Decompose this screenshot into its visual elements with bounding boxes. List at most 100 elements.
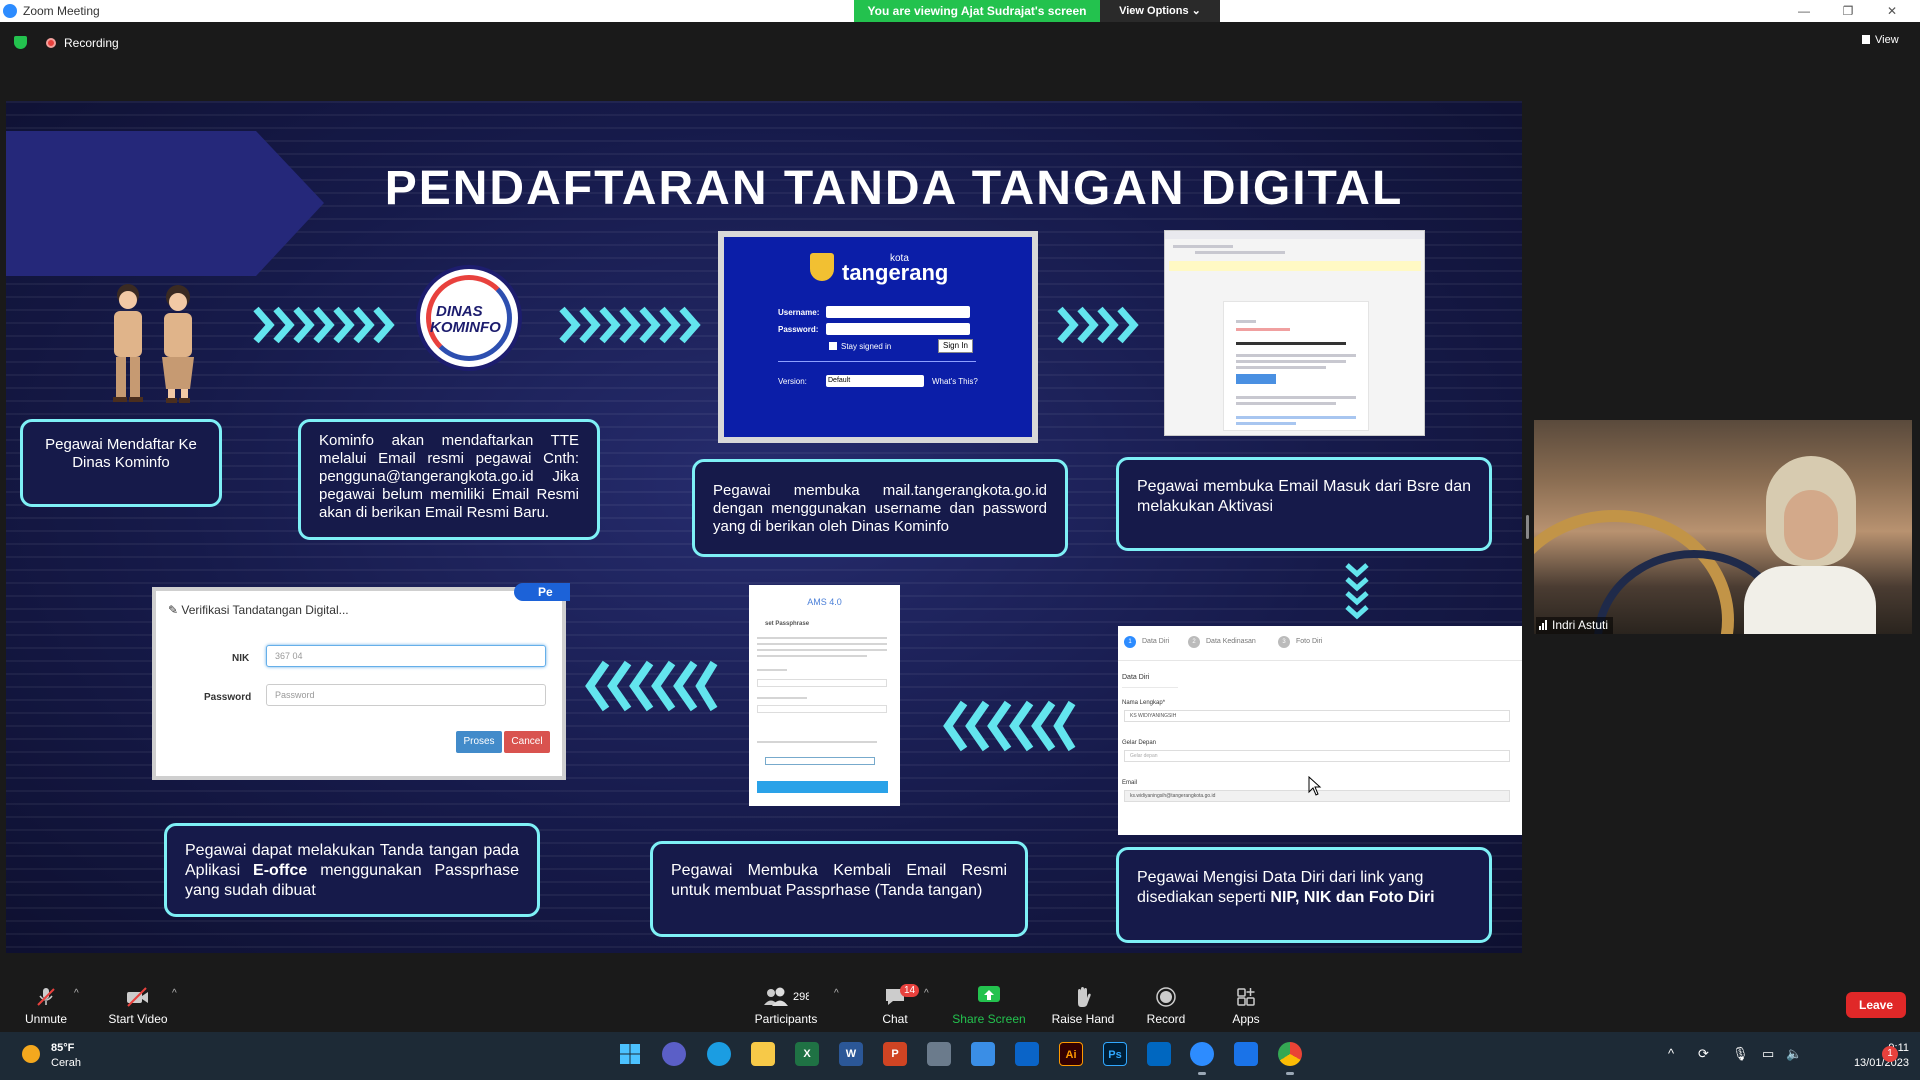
- start-video-button[interactable]: Start Video: [106, 986, 170, 1026]
- email-line: [1236, 342, 1346, 345]
- meet-app-icon[interactable]: [662, 1042, 686, 1066]
- step-4-callout: Pegawai membuka Email Masuk dari Bsre da…: [1116, 457, 1492, 551]
- raise-hand-label: Raise Hand: [1051, 1012, 1115, 1026]
- panel-resize-handle[interactable]: [1526, 515, 1529, 539]
- zoom-meeting-window: Zoom Meeting You are viewing Ajat Sudraj…: [0, 0, 1920, 1080]
- calculator-icon[interactable]: [927, 1042, 951, 1066]
- view-button[interactable]: View: [1862, 34, 1899, 46]
- nik-label: NIK: [232, 653, 250, 664]
- excel-icon[interactable]: X: [795, 1042, 819, 1066]
- audio-options-caret-icon[interactable]: ^: [74, 988, 79, 999]
- email-line: [1236, 366, 1326, 369]
- participants-icon: 298: [754, 986, 818, 1008]
- login-brand-name: tangerang: [842, 260, 949, 285]
- store-icon[interactable]: [1147, 1042, 1171, 1066]
- participants-count: 298: [793, 991, 809, 1003]
- email-line: [1236, 396, 1356, 399]
- tray-chevron-up-icon[interactable]: ^: [1668, 1046, 1674, 1061]
- passphrase-line: [757, 649, 887, 651]
- chrome-icon[interactable]: [1278, 1042, 1302, 1066]
- pe-tab: Pe: [514, 583, 570, 601]
- email-line: [1236, 320, 1256, 323]
- kominfo-logo-line1: DINAS: [436, 303, 483, 320]
- notification-badge[interactable]: 1: [1882, 1046, 1898, 1062]
- login-panel: kota tangerang Username: Password: Stay …: [724, 237, 1032, 437]
- login-divider: [778, 361, 976, 362]
- recording-label[interactable]: Recording: [64, 36, 119, 50]
- weather-description[interactable]: Cerah: [51, 1057, 81, 1069]
- verifikasi-dialog-screenshot: ✎ Verifikasi Tandatangan Digital... NIK …: [152, 587, 566, 780]
- video-camera-off-icon: [106, 986, 170, 1008]
- start-video-label: Start Video: [108, 1012, 168, 1026]
- powerpoint-icon[interactable]: P: [883, 1042, 907, 1066]
- weather-temperature[interactable]: 85°F: [51, 1042, 74, 1054]
- gelar-field: Gelar depan: [1124, 750, 1510, 762]
- step-3-callout: Pegawai membuka mail.tangerangkota.go.id…: [692, 459, 1068, 557]
- record-button[interactable]: Record: [1144, 986, 1188, 1026]
- passphrase-title: AMS 4.0: [807, 597, 842, 607]
- step-7-app-name: E-offce: [253, 862, 308, 879]
- apps-button[interactable]: Apps: [1230, 986, 1262, 1026]
- mail-icon[interactable]: [1015, 1042, 1039, 1066]
- record-icon: [1144, 986, 1188, 1008]
- step-5-fields: NIP, NIK dan Foto Diri: [1270, 889, 1435, 906]
- leave-button[interactable]: Leave: [1846, 992, 1906, 1018]
- username-label: Username:: [778, 308, 820, 317]
- word-icon[interactable]: W: [839, 1042, 863, 1066]
- sign-in-button: Sign In: [938, 339, 973, 353]
- email-line: [1236, 402, 1336, 405]
- windows-taskbar: [0, 1032, 1920, 1080]
- network-icon[interactable]: ▭: [1762, 1046, 1774, 1062]
- step-number: 1: [1124, 636, 1136, 648]
- tangerang-emblem-icon: [810, 253, 834, 281]
- name-label: Nama Lengkap*: [1122, 700, 1166, 706]
- sync-icon[interactable]: ⟳: [1698, 1046, 1709, 1062]
- chat-caret-icon[interactable]: ^: [924, 988, 929, 999]
- email-activate-button: [1236, 374, 1276, 384]
- minimize-button[interactable]: —: [1784, 2, 1824, 20]
- view-options-label: View Options: [1119, 5, 1189, 17]
- volume-icon[interactable]: 🔈: [1786, 1046, 1802, 1062]
- illustrator-icon[interactable]: Ai: [1059, 1042, 1083, 1066]
- windows-start-icon[interactable]: [619, 1043, 641, 1065]
- edge-browser-icon[interactable]: [707, 1042, 731, 1066]
- participant-video-tile[interactable]: Indri Astuti: [1534, 420, 1912, 634]
- step-number: 3: [1278, 636, 1290, 648]
- passphrase-line: [757, 655, 867, 657]
- video-options-caret-icon[interactable]: ^: [172, 988, 177, 999]
- weather-sun-icon[interactable]: [22, 1045, 40, 1063]
- ms-store-icon[interactable]: [1234, 1042, 1258, 1066]
- photoshop-icon[interactable]: Ps: [1103, 1042, 1127, 1066]
- unmute-button[interactable]: Unmute: [22, 986, 70, 1026]
- form-divider: [1118, 660, 1522, 661]
- participants-button[interactable]: 298 Participants: [754, 986, 818, 1026]
- participant-name: Indri Astuti: [1552, 618, 1609, 632]
- stay-signed-label: Stay signed in: [841, 342, 892, 351]
- login-brand: kota tangerang: [842, 253, 948, 286]
- arrow-chevrons-left-icon: [943, 700, 1076, 752]
- security-shield-icon[interactable]: [14, 36, 27, 49]
- file-explorer-icon[interactable]: [751, 1042, 775, 1066]
- maximize-button[interactable]: ❐: [1828, 2, 1868, 20]
- participants-caret-icon[interactable]: ^: [834, 988, 839, 999]
- step-6-callout: Pegawai Membuka Kembali Email Resmi untu…: [650, 841, 1028, 937]
- close-button[interactable]: ✕: [1872, 2, 1912, 20]
- chat-button[interactable]: 14 Chat: [880, 984, 920, 1026]
- title-bar: Zoom Meeting You are viewing Ajat Sudraj…: [0, 0, 1920, 22]
- email-warning-strip: [1169, 261, 1421, 271]
- chevron-down-icon: ⌄: [1191, 5, 1201, 17]
- zoom-logo-icon: [3, 4, 17, 18]
- zoom-taskbar-icon[interactable]: [1190, 1042, 1214, 1066]
- view-options-button[interactable]: View Options ⌄: [1100, 0, 1220, 22]
- notepad-icon[interactable]: [971, 1042, 995, 1066]
- step-foto-diri: 3 Foto Diri: [1278, 636, 1322, 648]
- username-input: [826, 306, 970, 318]
- arrow-chevrons-right-icon: [559, 306, 701, 344]
- whats-this-link: What's This?: [932, 377, 978, 386]
- share-screen-button[interactable]: Share Screen: [952, 986, 1026, 1026]
- stay-signed-checkbox: [829, 342, 837, 350]
- passphrase-line: [757, 669, 787, 671]
- data-diri-screenshot: 1 Data Diri 2 Data Kedinasan 3 Foto Diri Da…: [1118, 626, 1522, 835]
- raise-hand-button[interactable]: Raise Hand: [1050, 986, 1116, 1026]
- microphone-tray-icon[interactable]: 🎙: [1732, 1046, 1749, 1062]
